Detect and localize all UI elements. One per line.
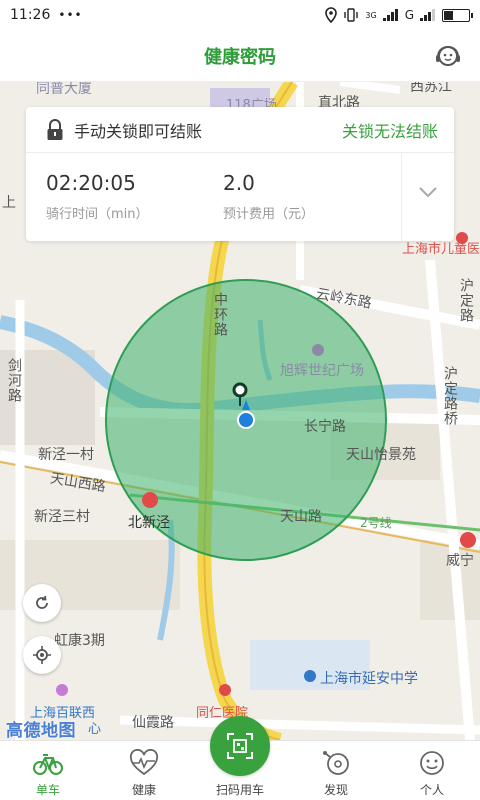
- ride-time-label: 骑行时间（min）: [46, 207, 149, 222]
- lock-hint-row: 手动关锁即可结账 关锁无法结账: [26, 107, 454, 153]
- battery-icon: [442, 8, 473, 22]
- nav-label-bike: 单车: [35, 783, 60, 797]
- label-huding-bridge: 沪定路桥: [442, 366, 458, 426]
- customer-service-icon[interactable]: [434, 42, 462, 70]
- cost-stat: 2.0 预计费用（元）: [223, 171, 314, 222]
- ride-time-value: 02:20:05: [46, 171, 136, 195]
- nav-item-health[interactable]: 健康: [104, 741, 184, 800]
- label-tongpu: 同普大厦: [36, 82, 92, 97]
- label-line2: 2号线: [360, 516, 392, 530]
- locate-icon: [33, 646, 51, 664]
- network-type: 3G: [365, 10, 377, 20]
- lock-fail-link[interactable]: 关锁无法结账: [342, 118, 438, 142]
- page-title: 健康密码: [204, 46, 276, 68]
- lock-icon: [47, 118, 63, 140]
- qr-scan-icon: [227, 733, 253, 759]
- label-xisuzhou: 西苏江: [410, 82, 452, 95]
- status-time: 11:26: [10, 7, 51, 23]
- vibrate-icon: [344, 8, 359, 22]
- label-changning: 长宁路: [304, 419, 346, 435]
- amap-logo: 高德地图: [6, 721, 76, 741]
- nav-item-discover[interactable]: 发现: [296, 741, 376, 800]
- nav-label-discover: 发现: [323, 783, 348, 797]
- cost-label: 预计费用（元）: [223, 207, 315, 222]
- discover-icon: [323, 751, 349, 775]
- app-header: 健康密码: [0, 30, 480, 82]
- scan-button[interactable]: [210, 716, 270, 776]
- ride-info-card: 手动关锁即可结账 关锁无法结账 02:20:05 骑行时间（min） 2.0 预…: [26, 107, 454, 241]
- nav-label-scan: 扫码用车: [215, 783, 264, 797]
- nav-item-profile[interactable]: 个人: [392, 741, 472, 800]
- nav-label-profile: 个人: [419, 783, 444, 797]
- label-xinjing3: 新泾三村: [34, 509, 90, 525]
- bike-icon: [33, 754, 63, 775]
- heartbeat-icon: [129, 749, 159, 776]
- label-weining: 威宁: [446, 553, 474, 569]
- label-zhonghuan: 中环路: [212, 292, 228, 337]
- label-tianshan-road: 天山路: [280, 509, 322, 525]
- refresh-button[interactable]: [23, 584, 61, 622]
- label-xinheart: 心: [88, 722, 102, 737]
- locate-button[interactable]: [23, 636, 61, 674]
- label-yanan-school: 上海市延安中学: [320, 671, 418, 687]
- notification-dots: •••: [58, 8, 83, 22]
- label-tianshan-garden: 天山怡景苑: [346, 447, 416, 463]
- label-hongkang: 虹康3期: [54, 633, 105, 649]
- nav-label-health: 健康: [131, 783, 156, 797]
- location-icon: [325, 7, 338, 23]
- card-divider: [401, 153, 402, 241]
- nav-item-bike[interactable]: 单车: [8, 741, 88, 800]
- label-jianhe: 剑河路: [6, 358, 22, 403]
- ride-stats-row: 02:20:05 骑行时间（min） 2.0 预计费用（元）: [26, 153, 454, 241]
- ride-time-stat: 02:20:05 骑行时间（min）: [46, 171, 149, 222]
- label-xianxia: 仙霞路: [132, 715, 174, 731]
- signal-icon: [382, 9, 398, 21]
- lock-hint-text: 手动关锁即可结账: [74, 121, 203, 141]
- cost-value: 2.0: [223, 171, 255, 195]
- label-shang: 上: [2, 195, 16, 211]
- signal-icon-2: [420, 9, 435, 21]
- status-bar: 11:26 ••• 3G G: [0, 0, 480, 30]
- chevron-down-icon[interactable]: [418, 185, 438, 199]
- label-huchuan: 沪定路: [458, 278, 474, 323]
- label-xuhui-plaza: 旭辉世纪广场: [280, 363, 364, 379]
- refresh-icon: [36, 595, 48, 609]
- label-xinjing1: 新泾一村: [38, 447, 94, 463]
- label-beixinjing: 北新泾: [128, 515, 170, 531]
- network-g: G: [404, 8, 414, 22]
- smiley-icon: [420, 751, 444, 775]
